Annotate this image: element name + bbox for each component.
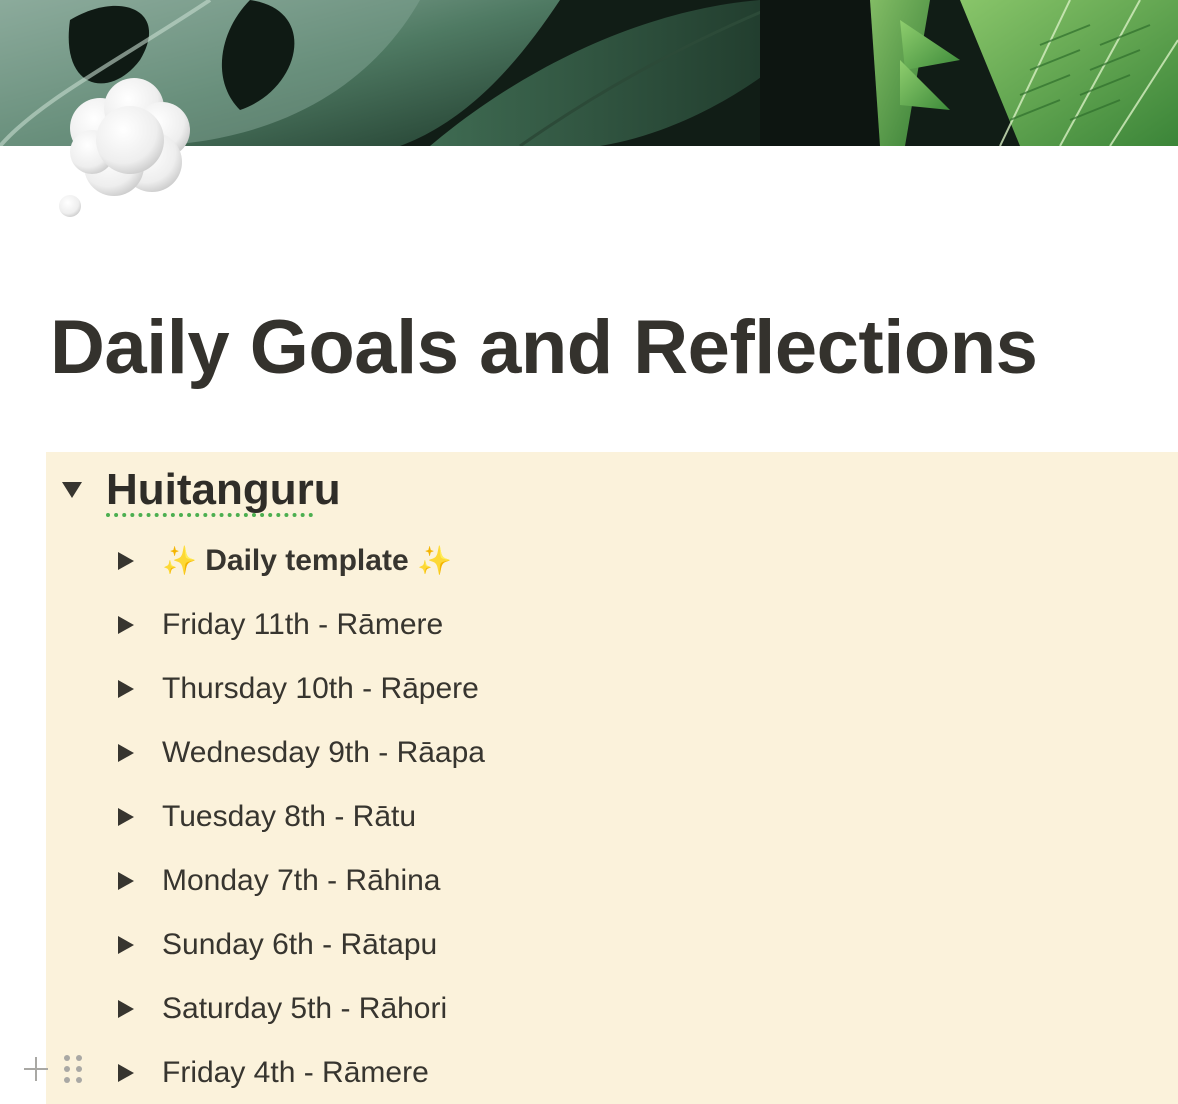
toggle-item-label[interactable]: Saturday 5th - Rāhori <box>162 992 447 1026</box>
toggle-item[interactable]: Friday 11th - Rāmere <box>118 593 485 657</box>
toggle-item-label[interactable]: Thursday 10th - Rāpere <box>162 672 479 706</box>
toggle-item-label[interactable]: ✨ Daily template ✨ <box>162 544 452 578</box>
toggle-item-label[interactable]: Monday 7th - Rāhina <box>162 864 441 898</box>
toggle-item[interactable]: Tuesday 8th - Rātu <box>118 785 485 849</box>
toggle-item[interactable]: Saturday 5th - Rāhori <box>118 977 485 1041</box>
add-block-plus-icon[interactable] <box>22 1055 50 1083</box>
toggle-item[interactable]: Sunday 6th - Rātapu <box>118 913 485 977</box>
toggle-item[interactable]: Friday 4th - Rāmere <box>118 1041 485 1104</box>
toggle-closed-icon[interactable] <box>118 552 134 570</box>
thought-balloon-icon[interactable] <box>52 70 202 220</box>
toggle-heading-text[interactable]: Huitanguru <box>106 465 341 517</box>
toggle-closed-icon[interactable] <box>118 872 134 890</box>
toggle-closed-icon[interactable] <box>118 680 134 698</box>
toggle-list: ✨ Daily template ✨ Friday 11th - Rāmere … <box>118 529 485 1104</box>
sparkles-icon: ✨ <box>416 545 452 576</box>
drag-handle-icon[interactable] <box>64 1055 82 1083</box>
toggle-closed-icon[interactable] <box>118 1064 134 1082</box>
toggle-item-label[interactable]: Friday 11th - Rāmere <box>162 608 443 642</box>
block-handles <box>22 1055 82 1083</box>
notion-page: Daily Goals and Reflections Huitanguru ✨… <box>0 0 1178 1104</box>
toggle-closed-icon[interactable] <box>118 1000 134 1018</box>
toggle-closed-icon[interactable] <box>118 744 134 762</box>
sparkles-icon: ✨ <box>162 545 197 576</box>
toggle-closed-icon[interactable] <box>118 936 134 954</box>
page-title[interactable]: Daily Goals and Reflections <box>50 298 1038 398</box>
toggle-item[interactable]: Thursday 10th - Rāpere <box>118 657 485 721</box>
toggle-heading-huitanguru[interactable]: Huitanguru <box>62 462 341 518</box>
toggle-item-label[interactable]: Tuesday 8th - Rātu <box>162 800 416 834</box>
toggle-open-icon[interactable] <box>62 482 82 498</box>
toggle-item-label[interactable]: Friday 4th - Rāmere <box>162 1056 429 1090</box>
toggle-item-label[interactable]: Sunday 6th - Rātapu <box>162 928 437 962</box>
toggle-item[interactable]: Monday 7th - Rāhina <box>118 849 485 913</box>
toggle-item-label[interactable]: Wednesday 9th - Rāapa <box>162 736 485 770</box>
daily-template-label: Daily template <box>205 544 409 577</box>
toggle-closed-icon[interactable] <box>118 616 134 634</box>
toggle-closed-icon[interactable] <box>118 808 134 826</box>
toggle-item[interactable]: Wednesday 9th - Rāapa <box>118 721 485 785</box>
toggle-item-daily-template[interactable]: ✨ Daily template ✨ <box>118 529 485 593</box>
